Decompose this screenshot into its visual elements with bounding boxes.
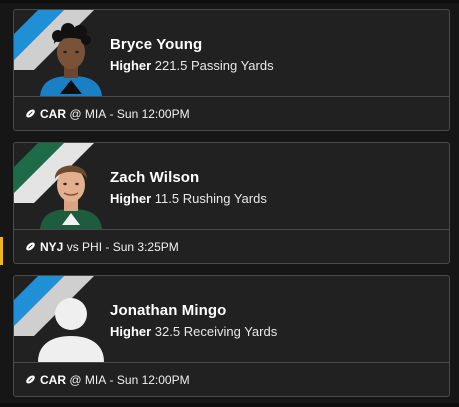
matchup-separator: @ [69, 372, 82, 387]
opponent-abbr: PHI [82, 239, 103, 254]
pick-direction: Higher [110, 324, 152, 339]
left-accent-bar [0, 237, 3, 265]
pick-direction: Higher [110, 58, 152, 73]
pick-line-value: 221.5 [154, 58, 188, 73]
game-time: Sun 12:00PM [116, 106, 190, 121]
game-info: CAR @ MIA - Sun 12:00PM [14, 97, 449, 130]
pick-card-zach-wilson[interactable]: Zach Wilson Higher 11.5 Rushing Yards NY… [13, 142, 450, 264]
game-time: Sun 3:25PM [112, 239, 179, 254]
matchup-separator: vs [66, 239, 79, 254]
opponent-abbr: MIA [84, 106, 107, 121]
pick-card-jonathan-mingo[interactable]: Jonathan Mingo Higher 32.5 Receiving Yar… [13, 275, 450, 397]
football-icon [26, 109, 35, 118]
default-avatar-icon [38, 298, 104, 362]
football-icon [26, 375, 35, 384]
pick-projection: Higher 11.5 Rushing Yards [110, 191, 267, 206]
player-name: Bryce Young [110, 36, 203, 53]
football-icon [26, 242, 35, 251]
team-abbr: NYJ [40, 239, 64, 254]
pick-stat: Rushing Yards [182, 191, 267, 206]
game-info: CAR @ MIA - Sun 12:00PM [14, 363, 449, 396]
pick-card-header: Zach Wilson Higher 11.5 Rushing Yards [14, 143, 449, 229]
pick-projection: Higher 32.5 Receiving Yards [110, 324, 277, 339]
pick-stat: Passing Yards [190, 58, 274, 73]
player-name: Jonathan Mingo [110, 302, 227, 319]
pick-card-bryce-young[interactable]: Bryce Young Higher 221.5 Passing Yards C… [13, 9, 450, 131]
pick-line-value: 11.5 [154, 191, 180, 206]
matchup-separator: @ [69, 106, 82, 121]
pick-card-header: Bryce Young Higher 221.5 Passing Yards [14, 10, 449, 96]
frame-edge-top [0, 0, 459, 3]
pick-line-value: 32.5 [154, 324, 181, 339]
player-headshot [40, 23, 102, 96]
game-info: NYJ vs PHI - Sun 3:25PM [14, 230, 449, 263]
pick-direction: Higher [110, 191, 152, 206]
player-name: Zach Wilson [110, 169, 200, 186]
pick-stat: Receiving Yards [183, 324, 278, 339]
opponent-abbr: MIA [84, 372, 107, 387]
player-headshot [40, 165, 102, 229]
pick-card-header: Jonathan Mingo Higher 32.5 Receiving Yar… [14, 276, 449, 362]
pick-projection: Higher 221.5 Passing Yards [110, 58, 274, 73]
frame-edge-bottom [0, 403, 459, 407]
team-abbr: CAR [40, 372, 66, 387]
game-time: Sun 12:00PM [116, 372, 190, 387]
team-abbr: CAR [40, 106, 66, 121]
